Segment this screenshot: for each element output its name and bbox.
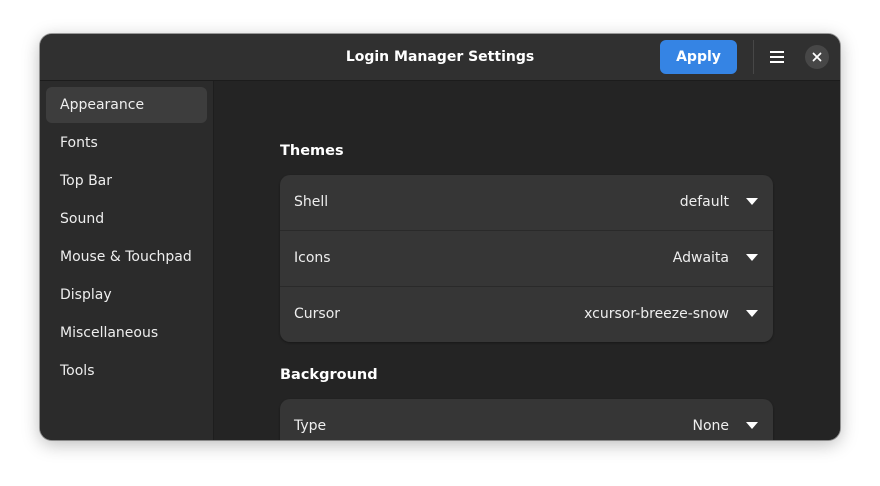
dropdown-value: Adwaita	[672, 250, 729, 266]
settings-window: Login Manager Settings Apply Appearance …	[40, 34, 840, 440]
close-icon	[812, 52, 822, 62]
themes-section-title: Themes	[280, 143, 344, 159]
row-label: Icons	[294, 250, 331, 266]
sidebar-item-top-bar[interactable]: Top Bar	[46, 163, 207, 199]
themes-group: Shell default Icons Adwaita Cursor xcurs…	[280, 175, 773, 342]
main-menu-button[interactable]	[761, 42, 793, 72]
hamburger-menu-icon	[770, 51, 784, 63]
sidebar-item-fonts[interactable]: Fonts	[46, 125, 207, 161]
row-label: Shell	[294, 194, 329, 210]
sidebar-item-tools[interactable]: Tools	[46, 353, 207, 389]
dropdown-value: None	[692, 418, 729, 434]
sidebar-item-mouse-touchpad[interactable]: Mouse & Touchpad	[46, 239, 207, 275]
sidebar-item-miscellaneous[interactable]: Miscellaneous	[46, 315, 207, 351]
sidebar-item-display[interactable]: Display	[46, 277, 207, 313]
background-type-row[interactable]: Type None	[280, 399, 773, 440]
background-section-title: Background	[280, 367, 378, 383]
chevron-down-icon	[746, 254, 758, 261]
close-button[interactable]	[805, 45, 829, 69]
header-bar: Login Manager Settings Apply	[40, 34, 840, 81]
shell-theme-row[interactable]: Shell default	[280, 175, 773, 231]
header-separator	[753, 40, 754, 74]
apply-button[interactable]: Apply	[660, 40, 737, 74]
dropdown-value: xcursor-breeze-snow	[584, 306, 729, 322]
chevron-down-icon	[746, 422, 758, 429]
chevron-down-icon	[746, 198, 758, 205]
sidebar-item-appearance[interactable]: Appearance	[46, 87, 207, 123]
background-group: Type None	[280, 399, 773, 440]
sidebar-item-sound[interactable]: Sound	[46, 201, 207, 237]
appearance-page: Themes Shell default Icons Adwaita Curso…	[214, 81, 840, 440]
row-label: Type	[294, 418, 327, 434]
dropdown-value: default	[679, 194, 729, 210]
row-label: Cursor	[294, 306, 341, 322]
icons-theme-row[interactable]: Icons Adwaita	[280, 231, 773, 287]
chevron-down-icon	[746, 310, 758, 317]
cursor-theme-row[interactable]: Cursor xcursor-breeze-snow	[280, 287, 773, 342]
sidebar: Appearance Fonts Top Bar Sound Mouse & T…	[40, 81, 214, 440]
